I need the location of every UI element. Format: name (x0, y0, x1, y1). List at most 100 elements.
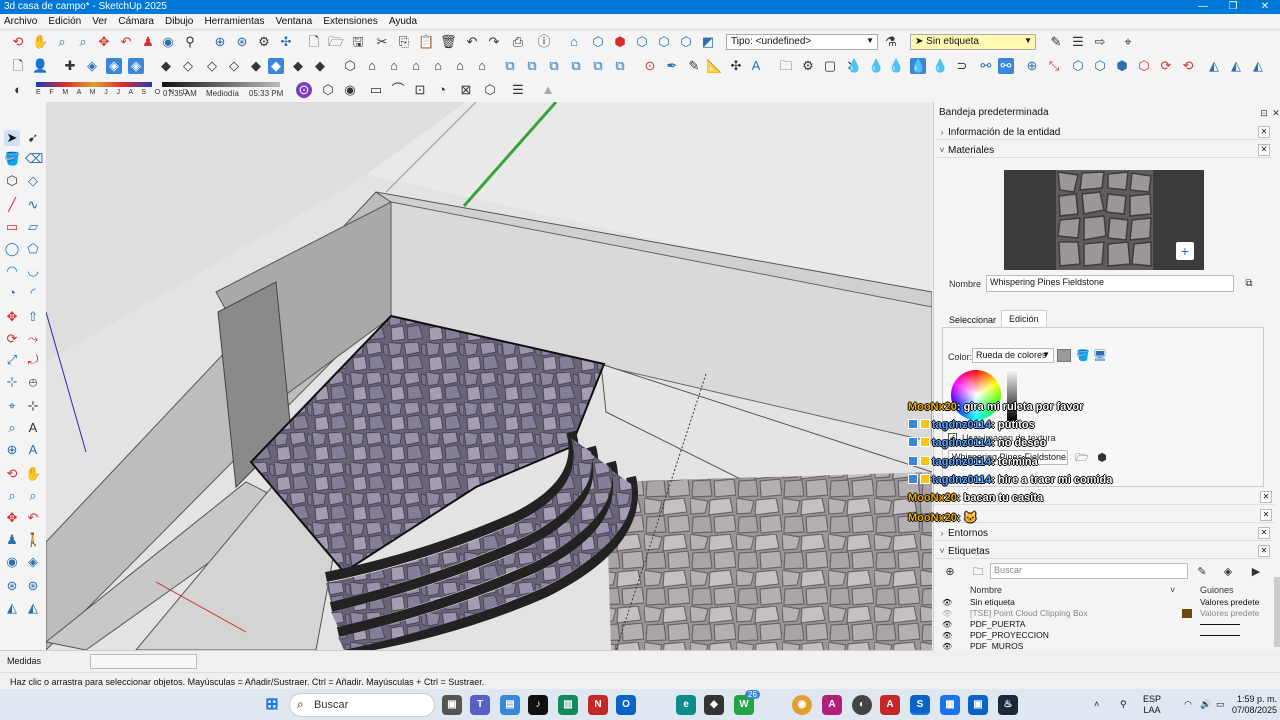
print-icon[interactable]: ⎙ (510, 34, 526, 50)
back-view-icon[interactable]: ⌂ (408, 58, 424, 74)
cut-icon[interactable]: ✂ (374, 34, 390, 50)
top-view-icon[interactable]: ⬡ (342, 58, 358, 74)
entity-info-section[interactable]: › Información de la entidad ✕ (936, 124, 1272, 140)
snapshot-icon[interactable]: ⊡ (412, 82, 428, 98)
menu-archivo[interactable]: Archivo (0, 14, 41, 30)
move-icon[interactable]: ✥ (4, 309, 20, 325)
sample-paint-icon[interactable]: 🪣 (1075, 348, 1091, 364)
drop5-icon[interactable]: 💧 (932, 58, 948, 74)
save-icon[interactable]: 🖫 (350, 34, 366, 50)
measures-input[interactable] (90, 654, 197, 669)
shaded-icon[interactable]: ◆ (248, 58, 264, 74)
warehouse-icon[interactable]: ⌂ (566, 34, 582, 50)
time-slider[interactable] (162, 82, 280, 87)
record-icon[interactable]: ◉ (342, 82, 358, 98)
explorer-icon[interactable]: ▤ (500, 695, 520, 715)
tag-select[interactable]: ➤ Sin etiqueta ▼ (910, 34, 1036, 50)
tape-measure-icon[interactable]: ⊹ (4, 374, 20, 390)
wifi-icon[interactable]: ◠ (1184, 699, 1192, 710)
plugin-icon[interactable]: ⊙ (296, 82, 312, 98)
pan-tool-icon[interactable]: ✋ (32, 34, 48, 50)
previous-side-icon[interactable]: ↶ (25, 510, 41, 526)
tag-row[interactable]: 👁 PDF_PROYECCION (936, 630, 1266, 641)
text-icon[interactable]: A (748, 58, 764, 74)
menu-ventana[interactable]: Ventana (272, 14, 317, 30)
bottom-view-icon[interactable]: ⌂ (452, 58, 468, 74)
close-section-icon[interactable]: ✕ (1258, 527, 1270, 539)
select-tool-icon[interactable]: ➤ (4, 130, 20, 146)
model-info-icon[interactable]: ⓘ (536, 34, 552, 50)
arc3-icon[interactable]: ◜ (25, 285, 41, 301)
pdf-icon[interactable]: A (880, 695, 900, 715)
sandbox1-icon[interactable]: ⊛ (4, 578, 20, 594)
arc-icon[interactable]: ◠ (4, 263, 20, 279)
tiktok-icon[interactable]: ♪ (528, 695, 548, 715)
close-window-button[interactable]: ✕ (1250, 0, 1280, 14)
tab-seleccionar[interactable]: Seleccionar (942, 312, 1003, 328)
maximize-button[interactable]: ❐ (1218, 0, 1248, 14)
eye-icon[interactable]: 👁 (942, 641, 952, 650)
link-active-icon[interactable]: ⚯ (998, 58, 1014, 74)
sketchup-icon[interactable]: S (910, 695, 930, 715)
tag-row[interactable]: 👁 Sin etiqueta Valores predete (936, 597, 1266, 608)
ruler-icon[interactable]: 📐 (706, 58, 722, 74)
rectangle-icon[interactable]: ▭ (4, 219, 20, 235)
hex3-icon[interactable]: ⬢ (1114, 58, 1130, 74)
geolocation-icon[interactable]: ⌖ (1120, 34, 1136, 50)
right-view-icon[interactable]: ⌂ (386, 58, 402, 74)
task-view-icon[interactable]: ▣ (442, 695, 462, 715)
arc2-icon[interactable]: ◡ (25, 263, 41, 279)
text-tool-icon[interactable]: A (25, 420, 41, 436)
layout-send-icon[interactable]: ⬡ (656, 34, 672, 50)
component6-icon[interactable]: ⧉ (612, 58, 628, 74)
preview-icon[interactable]: ◩ (700, 34, 716, 50)
volume-icon[interactable]: 🔊 (1200, 699, 1211, 710)
tag-color-icon[interactable]: ◈ (1220, 564, 1236, 580)
look-around-icon[interactable]: ◉ (160, 34, 176, 50)
material-name-field[interactable]: Whispering Pines Fieldstone (986, 275, 1234, 292)
monochrome-icon[interactable]: ◆ (290, 58, 306, 74)
clock[interactable]: 1:59 p. m. 07/08/2025 (1232, 694, 1277, 716)
rotate-icon[interactable]: ⟳ (4, 331, 20, 347)
color-mode-select[interactable]: Rueda de colores ▼ (972, 348, 1054, 363)
rotated-rect-icon[interactable]: ▱ (25, 219, 41, 235)
battery-icon[interactable]: ▭ (1216, 699, 1225, 710)
add-folder-icon[interactable]: 🗀 (970, 564, 986, 580)
tag-color-swatch[interactable] (1182, 609, 1192, 618)
chevron-up-icon[interactable]: ˄ (1094, 699, 1099, 710)
eye-icon[interactable]: 👁 (942, 619, 952, 630)
menu-extensiones[interactable]: Extensiones (319, 14, 381, 30)
section-plane-icon[interactable]: ◈ (84, 58, 100, 74)
eyedrop-icon[interactable]: ✒ (664, 58, 680, 74)
eraser-icon[interactable]: ⌫ (25, 151, 43, 167)
materials-section[interactable]: ˅ Materiales ✕ (936, 142, 1272, 158)
follow-me-icon[interactable]: ⤳ (25, 331, 41, 347)
back-edges-icon[interactable]: ◇ (180, 58, 196, 74)
close-section-icon[interactable]: ✕ (1260, 509, 1272, 521)
hex4-icon[interactable]: ⬡ (1136, 58, 1152, 74)
copy-icon[interactable]: ⎘ (396, 34, 412, 50)
location-icon[interactable]: ⚲ (1120, 699, 1127, 710)
eye-icon[interactable]: 👁 (942, 608, 952, 619)
walk-side-icon[interactable]: 🚶 (25, 532, 41, 548)
refresh-icon[interactable]: ⟳ (1158, 58, 1174, 74)
drop1-icon[interactable]: 💧 (846, 58, 862, 74)
calculator-icon[interactable]: ▦ (940, 695, 960, 715)
redo-icon[interactable]: ↷ (486, 34, 502, 50)
terrain2-icon[interactable]: ◭ (1228, 58, 1244, 74)
paint-bucket-icon[interactable]: 🪣 (4, 151, 20, 167)
tags-search-input[interactable]: Buscar (990, 563, 1188, 579)
section-fill-icon[interactable]: ◈ (128, 58, 144, 74)
previous-view-icon[interactable]: ↶ (118, 34, 134, 50)
camera-icon[interactable]: ▭ (368, 82, 384, 98)
menu-dibujo[interactable]: Dibujo (161, 14, 197, 30)
app2-icon[interactable]: ▣ (968, 695, 988, 715)
add-point-icon[interactable]: ⊕ (1024, 58, 1040, 74)
offset-icon[interactable]: ⤾ (25, 352, 41, 368)
component5-icon[interactable]: ⧉ (590, 58, 606, 74)
push-pull-icon[interactable]: ⇧ (25, 309, 41, 325)
settings-icon[interactable]: ⚙ (800, 58, 816, 74)
tag-list-icon[interactable]: ☰ (1070, 34, 1086, 50)
close-section-icon[interactable]: ✕ (1258, 144, 1270, 156)
orbit-side-icon[interactable]: ⟲ (4, 466, 20, 482)
